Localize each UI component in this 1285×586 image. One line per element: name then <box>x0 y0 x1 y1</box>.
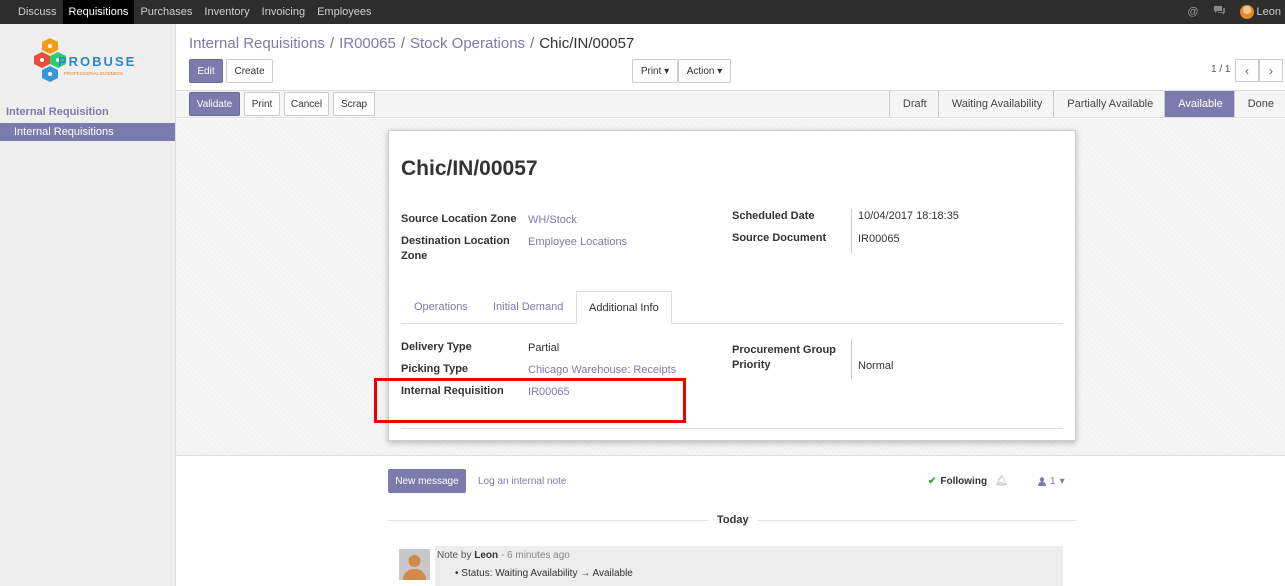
date-separator-today: Today <box>708 514 758 526</box>
sidebar-item-internal-requisitions[interactable]: Internal Requisitions <box>0 123 175 141</box>
field-divider <box>851 209 852 254</box>
message-avatar <box>399 549 430 580</box>
stage-done[interactable]: Done <box>1233 91 1285 117</box>
scheduled-date-value: 10/04/2017 18:18:35 <box>858 210 959 222</box>
user-menu[interactable]: Leon <box>1239 5 1281 19</box>
pager-next-button[interactable]: › <box>1259 59 1283 82</box>
stage-waiting-availability[interactable]: Waiting Availability <box>937 91 1054 117</box>
at-icon[interactable]: @ <box>1187 6 1198 18</box>
tab-initial-demand[interactable]: Initial Demand <box>481 291 575 324</box>
breadcrumb-separator: / <box>400 35 405 52</box>
chevron-left-icon: ‹ <box>1245 63 1249 78</box>
message-time: - 6 minutes ago <box>500 550 570 561</box>
menu-employees[interactable]: Employees <box>311 0 377 24</box>
breadcrumb-internal-requisitions[interactable]: Internal Requisitions <box>189 35 325 52</box>
breadcrumb-separator: / <box>329 35 335 52</box>
action-dropdown[interactable]: Action ▾ <box>678 59 731 83</box>
source-document-label: Source Document <box>732 232 827 244</box>
delivery-type-value: Partial <box>528 342 560 354</box>
check-icon: ✔ <box>928 476 937 487</box>
tab-operations[interactable]: Operations <box>402 291 480 324</box>
validate-button[interactable]: Validate <box>189 92 240 116</box>
breadcrumb: Internal Requisitions / IR00065 / Stock … <box>189 35 634 52</box>
source-location-value[interactable]: WH/Stock <box>528 213 577 228</box>
destination-location-label: Destination Location <box>401 235 510 247</box>
message-header: Note by Leon - 6 minutes ago <box>437 550 570 561</box>
print-button[interactable]: Print <box>244 92 280 116</box>
stage-pipeline: Draft Waiting Availability Partially Ava… <box>888 91 1285 117</box>
record-title: Chic/IN/00057 <box>401 157 538 180</box>
procurement-priority-label: Procurement Group <box>732 344 836 356</box>
company-logo: PROBUSE PROFESSIONAL BUSINESS <box>34 36 146 94</box>
menu-invoicing[interactable]: Invoicing <box>256 0 311 24</box>
systray: @ Leon <box>1187 0 1281 24</box>
menu-discuss[interactable]: Discuss <box>12 0 63 24</box>
scheduled-date-label: Scheduled Date <box>732 210 815 222</box>
logo-name: PROBUSE <box>58 54 136 69</box>
followers-count: 1 <box>1050 476 1056 487</box>
stage-partially-available[interactable]: Partially Available <box>1053 91 1164 117</box>
sheet-divider <box>401 428 1063 429</box>
bullet-icon: • <box>455 568 459 579</box>
chevron-right-icon: › <box>1269 63 1273 78</box>
tab-additional-info[interactable]: Additional Info <box>576 291 672 324</box>
menu-requisitions[interactable]: Requisitions <box>62 0 135 24</box>
app-menu: Discuss Requisitions Purchases Inventory… <box>12 0 378 24</box>
following-toggle[interactable]: ✔ Following 🔔︎ <box>928 476 1008 487</box>
edit-button[interactable]: Edit <box>189 59 223 83</box>
destination-location-label-line2: Zone <box>401 250 428 262</box>
menu-inventory[interactable]: Inventory <box>198 0 255 24</box>
picking-type-value[interactable]: Chicago Warehouse: Receipts <box>528 363 676 378</box>
followers-dropdown[interactable]: 1 ▾ <box>1038 476 1065 487</box>
stage-available[interactable]: Available <box>1164 91 1234 117</box>
sidebar-section-internal-requisition: Internal Requisition <box>6 106 109 118</box>
message-body: • Status: Waiting Availability → Availab… <box>455 568 633 579</box>
top-navbar: Discuss Requisitions Purchases Inventory… <box>0 0 1285 24</box>
breadcrumb-separator: / <box>530 35 535 52</box>
source-document-value: IR00065 <box>858 233 900 245</box>
cancel-button[interactable]: Cancel <box>284 92 329 116</box>
delivery-type-label: Delivery Type <box>401 341 472 353</box>
message-note-prefix: Note by <box>437 550 472 561</box>
field-divider <box>851 339 852 379</box>
message-author[interactable]: Leon <box>474 550 498 561</box>
logo-tagline: PROFESSIONAL BUSINESS <box>64 71 123 76</box>
procurement-priority-label-line2: Priority <box>732 359 771 371</box>
menu-purchases[interactable]: Purchases <box>134 0 198 24</box>
sidebar: PROBUSE PROFESSIONAL BUSINESS Internal R… <box>0 24 176 586</box>
stage-draft[interactable]: Draft <box>888 91 938 117</box>
user-avatar <box>1239 5 1254 19</box>
scrap-button[interactable]: Scrap <box>333 92 375 116</box>
message-status-change: Status: Waiting Availability → Available <box>461 568 633 579</box>
breadcrumb-ir00065[interactable]: IR00065 <box>339 35 396 52</box>
destination-location-value[interactable]: Employee Locations <box>528 235 627 250</box>
log-note-link[interactable]: Log an internal note <box>478 476 566 487</box>
breadcrumb-current: Chic/IN/00057 <box>539 35 635 52</box>
bell-icon[interactable]: 🔔︎ <box>995 476 1008 487</box>
message-item: Note by Leon - 6 minutes ago • Status: W… <box>435 546 1063 586</box>
pager-previous-button[interactable]: ‹ <box>1235 59 1259 82</box>
highlight-box <box>374 378 686 423</box>
new-message-button[interactable]: New message <box>388 469 466 493</box>
user-icon <box>1038 477 1046 486</box>
print-dropdown[interactable]: Print ▾ <box>632 59 678 83</box>
procurement-priority-value: Normal <box>858 360 894 372</box>
breadcrumb-stock-operations[interactable]: Stock Operations <box>410 35 525 52</box>
following-label: Following <box>940 476 988 487</box>
create-button[interactable]: Create <box>226 59 273 83</box>
picking-type-label: Picking Type <box>401 363 469 375</box>
caret-down-icon: ▾ <box>1059 476 1065 487</box>
pager-value: 1 / 1 <box>1211 64 1231 75</box>
chat-icon[interactable] <box>1213 5 1226 19</box>
notebook-tabs: Operations Initial Demand Additional Inf… <box>401 291 1063 324</box>
source-location-label: Source Location Zone <box>401 213 517 225</box>
user-name: Leon <box>1256 6 1281 18</box>
